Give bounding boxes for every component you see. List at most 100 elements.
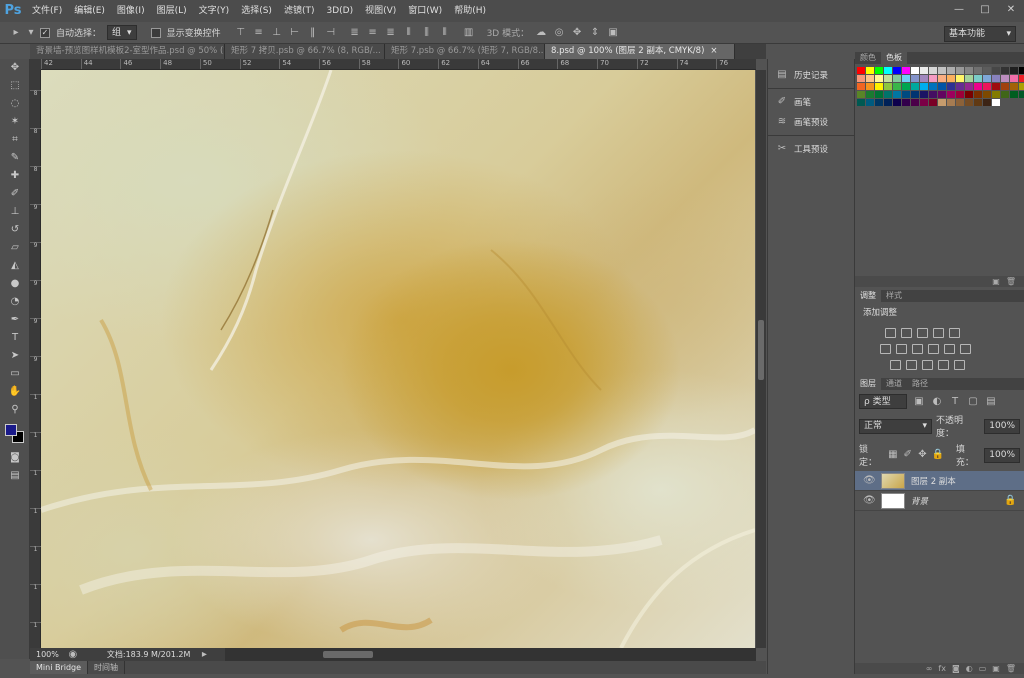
eye-icon[interactable]: 👁 [863, 475, 876, 487]
shape-icon[interactable]: ▭ [0, 365, 30, 383]
color-swatch[interactable] [875, 67, 883, 74]
color-swatch[interactable] [911, 67, 919, 74]
eye-icon[interactable]: 👁 [863, 495, 876, 507]
history-panel-button[interactable]: ▤ 历史记录 [768, 65, 854, 85]
color-swatch[interactable] [893, 91, 901, 98]
zoom-icon[interactable]: ⚲ [0, 401, 30, 419]
curves-icon[interactable] [917, 328, 928, 338]
eraser-icon[interactable]: ▱ [0, 239, 30, 257]
fill-input[interactable]: 100% [984, 447, 1020, 463]
screen-mode-icon[interactable]: ▤ [0, 467, 30, 485]
layer-name[interactable]: 图层 2 副本 [911, 475, 956, 487]
close-button[interactable]: ✕ [998, 0, 1024, 20]
color-swatch[interactable] [875, 75, 883, 82]
color-swatch[interactable] [965, 83, 973, 90]
healing-icon[interactable]: ✚ [0, 167, 30, 185]
menu-layer[interactable]: 图层(L) [151, 0, 193, 22]
menu-file[interactable]: 文件(F) [26, 0, 68, 22]
menu-help[interactable]: 帮助(H) [448, 0, 492, 22]
color-swatch[interactable] [911, 91, 919, 98]
menu-type[interactable]: 文字(Y) [193, 0, 236, 22]
color-swatch[interactable] [1019, 67, 1024, 74]
channel-mixer-icon[interactable] [944, 344, 955, 354]
color-swatch[interactable] [884, 67, 892, 74]
new-adjustment-icon[interactable]: ◐ [966, 663, 973, 674]
color-swatch[interactable] [1001, 75, 1009, 82]
trash-icon[interactable]: 🗑 [1006, 276, 1016, 287]
layer-row[interactable]: 👁 图层 2 副本 [855, 471, 1024, 491]
chevron-down-icon[interactable]: ▾ [28, 27, 34, 39]
color-swatch[interactable] [1001, 91, 1009, 98]
history-brush-icon[interactable]: ↺ [0, 221, 30, 239]
photo-filter-icon[interactable] [928, 344, 939, 354]
hue-saturation-icon[interactable] [880, 344, 891, 354]
lasso-icon[interactable]: ◌ [0, 95, 30, 113]
add-mask-icon[interactable]: ◙ [952, 663, 960, 674]
color-swatch[interactable] [974, 99, 982, 106]
tab-doc-2[interactable]: 矩形 7 拷贝.psb @ 66.7% (8, RGB/...× [225, 44, 385, 59]
menu-select[interactable]: 选择(S) [235, 0, 278, 22]
new-swatch-icon[interactable]: ▣ [992, 276, 1000, 287]
color-swatch[interactable] [965, 67, 973, 74]
export-icon[interactable]: ◉ [67, 649, 79, 661]
color-swatch[interactable] [884, 99, 892, 106]
3d-drag-icon[interactable]: ✥ [571, 27, 583, 39]
tab-mini-bridge[interactable]: Mini Bridge [30, 661, 89, 674]
levels-icon[interactable] [901, 328, 912, 338]
color-swatch[interactable] [866, 75, 874, 82]
color-swatch[interactable] [956, 67, 964, 74]
color-swatch[interactable] [893, 83, 901, 90]
color-swatch[interactable] [938, 91, 946, 98]
color-swatch[interactable] [866, 67, 874, 74]
filter-smart-icon[interactable]: ▤ [985, 396, 997, 408]
eyedropper-icon[interactable]: ✎ [0, 149, 30, 167]
color-swatch[interactable] [857, 91, 865, 98]
magic-wand-icon[interactable]: ✶ [0, 113, 30, 131]
color-swatch[interactable] [866, 99, 874, 106]
close-icon[interactable]: × [710, 44, 717, 59]
color-swatch[interactable] [920, 75, 928, 82]
distribute-left-icon[interactable]: ⫴ [403, 27, 415, 39]
color-swatch[interactable] [938, 83, 946, 90]
new-group-icon[interactable]: ▭ [979, 663, 987, 674]
tab-doc-1[interactable]: 背景墙-预览图样机模板2-室型作品.psd @ 50% (第二...× [30, 44, 225, 59]
brush-icon[interactable]: ✐ [0, 185, 30, 203]
trash-icon[interactable]: 🗑 [1006, 663, 1016, 674]
tab-color[interactable]: 颜色 [855, 52, 881, 64]
link-layers-icon[interactable]: ∞ [926, 663, 933, 674]
color-swatch[interactable] [992, 83, 1000, 90]
color-swatch[interactable] [983, 91, 991, 98]
pen-icon[interactable]: ✒ [0, 311, 30, 329]
posterize-icon[interactable] [906, 360, 917, 370]
opacity-input[interactable]: 100% [984, 418, 1020, 434]
lock-position-icon[interactable]: ✥ [917, 449, 928, 461]
layer-row[interactable]: 👁 背景 🔒 [855, 491, 1024, 511]
color-swatch[interactable] [857, 75, 865, 82]
align-vcenter-icon[interactable]: ≡ [253, 27, 265, 39]
color-swatch[interactable] [983, 99, 991, 106]
color-swatch[interactable] [947, 67, 955, 74]
color-swatch[interactable] [902, 83, 910, 90]
auto-select-checkbox[interactable] [40, 27, 50, 38]
maximize-button[interactable]: □ [972, 0, 998, 20]
color-swatch[interactable] [992, 91, 1000, 98]
color-swatch[interactable] [992, 99, 1000, 106]
color-swatch[interactable] [1001, 67, 1009, 74]
brush-preset-panel-button[interactable]: ≋ 画笔预设 [768, 112, 854, 132]
threshold-icon[interactable] [922, 360, 933, 370]
stamp-icon[interactable]: ⊥ [0, 203, 30, 221]
bucket-icon[interactable]: ◭ [0, 257, 30, 275]
distribute-bottom-icon[interactable]: ≣ [385, 27, 397, 39]
blend-mode-dropdown[interactable]: 正常 ▾ [859, 418, 932, 434]
auto-align-icon[interactable]: ▥ [463, 27, 475, 39]
color-swatch[interactable] [974, 91, 982, 98]
color-swatch[interactable] [857, 99, 865, 106]
filter-type-icon[interactable]: T [949, 396, 961, 408]
color-swatch[interactable] [893, 99, 901, 106]
layer-filter-dropdown[interactable]: ρ 类型 [859, 394, 907, 409]
align-left-icon[interactable]: ⊢ [289, 27, 301, 39]
filter-pixel-icon[interactable]: ▣ [913, 396, 925, 408]
color-swatch[interactable] [911, 99, 919, 106]
color-swatch[interactable] [974, 75, 982, 82]
tab-doc-3[interactable]: 矩形 7.psb @ 66.7% (矩形 7, RGB/8...× [385, 44, 545, 59]
